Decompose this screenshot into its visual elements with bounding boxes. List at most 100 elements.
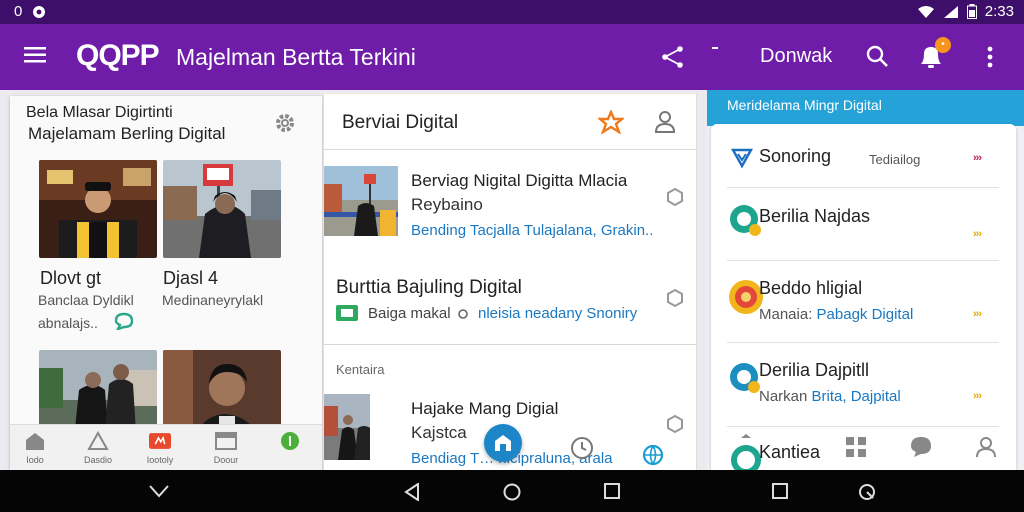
chat-icon[interactable] (114, 312, 134, 335)
tab-home[interactable]: Iodo (15, 431, 55, 465)
news-header: Berviai Digital (324, 94, 696, 150)
chevron-right-icon: ››› (973, 308, 982, 320)
profile-icon[interactable] (654, 110, 676, 139)
location-icon (458, 308, 468, 326)
back-icon[interactable] (404, 483, 420, 501)
ring-icon (731, 434, 761, 470)
topics-header: Meridelama Mingr Digital (707, 90, 1024, 126)
status-bar: 0 2:33 (0, 0, 1024, 24)
article-title[interactable]: Burttia Bajuling Digital (336, 277, 522, 299)
topic-subtitle: Manaia: Pabagk Digital (759, 306, 914, 323)
article-link[interactable]: nleisia neadany Snoniry (478, 305, 637, 322)
pin-icon (730, 148, 754, 169)
topic-item[interactable]: Derilia Dajpitll Narkan Brita, Dajpital … (711, 352, 1016, 422)
topic-item[interactable]: Beddo hligial Manaia: Pabagk Digital ››› (711, 270, 1016, 340)
chevron-right-icon: ››› (973, 390, 982, 402)
divider-mark (712, 47, 718, 49)
article-link[interactable]: Bending Tacjalla Tulajalana, Grakin.. (411, 222, 653, 239)
tab-label: Dasdio (83, 455, 112, 465)
gallery-header-line1: Bela Mlasar Digirtinti (26, 104, 173, 121)
bookmark-icon[interactable] (666, 187, 684, 212)
play-icon (149, 433, 171, 449)
tab-info[interactable] (270, 431, 310, 455)
section-label: Kentaira (336, 362, 385, 377)
item-divider (727, 187, 999, 188)
more-vert-icon[interactable] (986, 45, 994, 74)
chevron-right-icon: ››› (973, 228, 982, 240)
tile-subtitle: Banclaa Dyldikl (38, 292, 134, 308)
topic-item[interactable]: Berilia Najdas ››› (711, 196, 1016, 260)
gallery-header-line2: Majelamam Berling Digital (28, 124, 226, 143)
clock-text: 2:33 (984, 3, 1014, 20)
grid-icon[interactable] (845, 436, 867, 458)
system-nav-bar (0, 470, 1024, 512)
keyboard-hide-icon[interactable] (148, 483, 170, 499)
share-icon[interactable] (660, 44, 686, 75)
topic-subtitle: Narkan Brita, Dajpital (759, 388, 901, 405)
search-icon[interactable] (865, 44, 889, 73)
signal-icon (943, 5, 959, 19)
globe-icon[interactable] (642, 444, 664, 470)
bottom-tab-bar: Iodo Dasdio Iootoly Doour (10, 424, 322, 470)
topic-title: Derilia Dajpitll (759, 360, 870, 380)
tab-door[interactable]: Doour (206, 431, 246, 465)
profile-icon[interactable] (975, 436, 997, 458)
tile-name: Djasl 4 (163, 268, 219, 288)
article-title[interactable]: Berviag Nigital Digitta Mlacia (411, 171, 627, 191)
recents-icon[interactable] (772, 483, 788, 499)
menu-icon[interactable] (24, 44, 50, 70)
comment-icon[interactable] (909, 436, 933, 458)
wifi-icon (917, 5, 935, 19)
star-icon[interactable] (596, 108, 626, 139)
topic-subtitle: Tediailog (869, 152, 921, 167)
photo-tile[interactable] (39, 160, 157, 258)
tab-explore[interactable]: Dasdio (78, 430, 118, 465)
tile-subtitle: abnalajs.. (38, 315, 98, 331)
tab-label: Iodo (26, 455, 44, 465)
tab-media[interactable]: Iootoly (140, 431, 180, 465)
store-fab-button[interactable] (484, 424, 522, 462)
window-icon (215, 432, 237, 450)
tab-label: Doour (213, 455, 239, 465)
app-bar: QQPP Majelman Bertta Terkini Donwak • (0, 24, 1024, 90)
article-thumbnail[interactable] (324, 394, 370, 460)
topics-card: Sonoring Tediailog ››› Berilia Najdas ››… (711, 124, 1016, 470)
assistant-icon[interactable] (858, 483, 876, 501)
gear-icon[interactable] (274, 112, 296, 139)
gallery-panel: Bela Mlasar Digirtinti Majelamam Berling… (10, 96, 322, 470)
photo-tile[interactable] (163, 160, 281, 258)
home-icon[interactable] (503, 483, 521, 501)
app-logo[interactable]: QQPP (76, 39, 160, 73)
article-title[interactable]: Hajake Mang Digial (411, 399, 558, 419)
article-meta: Baiga makal (368, 305, 451, 322)
item-divider (727, 342, 999, 343)
section-divider (324, 344, 696, 345)
action-button[interactable]: Donwak (760, 45, 832, 68)
app-icon (730, 205, 761, 236)
home-icon (26, 433, 44, 450)
topics-header-label: Meridelama Mingr Digital (727, 97, 882, 113)
app-title: Majelman Bertta Terkini (176, 44, 416, 70)
category-icon (336, 305, 358, 326)
store-icon (495, 435, 511, 451)
chevron-right-icon: ››› (973, 152, 982, 164)
info-icon (281, 432, 299, 450)
notification-bell[interactable]: • (917, 37, 951, 75)
article-thumbnail[interactable] (324, 166, 398, 236)
topic-item[interactable]: Sonoring Tediailog ››› (711, 138, 1016, 194)
battery-icon (966, 4, 977, 19)
tile-name: Dlovt gt (40, 268, 102, 288)
app-icon (730, 363, 760, 393)
status-text: 0 (14, 3, 23, 20)
item-divider (727, 426, 999, 427)
bookmark-icon[interactable] (666, 288, 684, 313)
bookmark-icon[interactable] (666, 414, 684, 439)
topic-item[interactable]: Kantiea (711, 432, 1016, 470)
clock-icon[interactable] (570, 436, 594, 465)
notification-icon (32, 5, 46, 19)
topics-panel: Meridelama Mingr Digital Sonoring Tediai… (707, 90, 1024, 470)
news-header-title: Berviai Digital (342, 112, 459, 133)
article-subtitle: Kajstca (411, 423, 467, 442)
triangle-icon (87, 430, 109, 450)
recents-icon[interactable] (604, 483, 620, 499)
